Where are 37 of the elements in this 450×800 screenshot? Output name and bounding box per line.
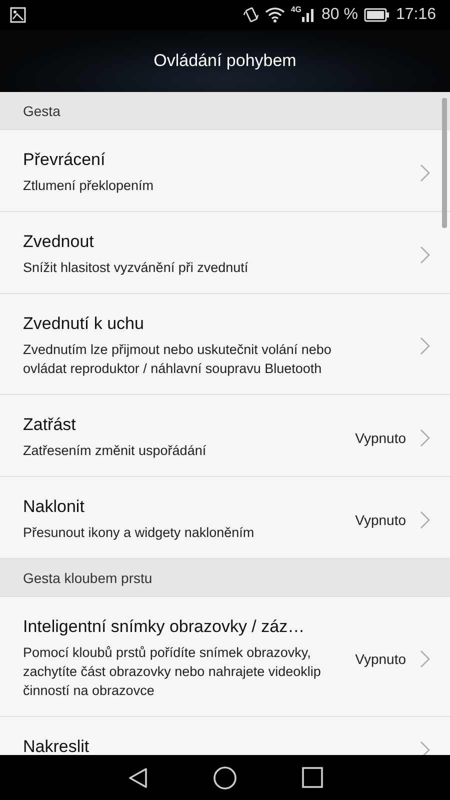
item-title: Zatřást: [23, 415, 77, 435]
item-description: Snížit hlasitost vyzvánění při zvednutí: [23, 259, 250, 277]
chevron-icon: [420, 337, 430, 355]
item-value: Vypnuto: [355, 650, 406, 666]
item-description: Zatřesením změnit uspořádání: [23, 442, 208, 460]
section-header: Gesta: [0, 92, 450, 130]
chevron-icon: [420, 741, 430, 755]
item-value: Vypnuto: [355, 430, 406, 446]
vibrate-icon: [242, 7, 259, 23]
network-type: 4G: [290, 5, 302, 14]
item-title: Zvednout: [23, 232, 95, 252]
section-header: Gesta kloubem prstu: [0, 559, 450, 597]
item-value: Vypnuto: [355, 512, 406, 528]
item-title: Nakreslit: [23, 737, 90, 755]
item-title: Převrácení: [23, 150, 106, 170]
chevron-icon: [420, 510, 430, 528]
item-description: Zvednutím lze přijmout nebo uskutečnit volání nebo ovládat reproduktor / náhlavní soupravu Bluetooth: [23, 341, 332, 378]
item-description: Ztlumení překlopením: [23, 177, 155, 195]
clock: 17:16: [396, 6, 436, 24]
item-title: Naklonit: [23, 497, 86, 517]
battery-icon: [364, 8, 390, 22]
screen-title: Ovládání pohybem: [154, 51, 296, 71]
item-description: Přesunout ikony a widgety nakloněním: [23, 524, 256, 542]
wifi-icon: [264, 7, 285, 23]
chevron-icon: [420, 246, 430, 264]
item-description: Pomocí kloubů prstů pořídíte snímek obrazovky, zachytíte část obrazovky nebo nahrajete videoklip činností na obrazovce: [23, 644, 322, 700]
chevron-icon: [420, 164, 430, 182]
signal-icon: [301, 7, 316, 23]
chevron-icon: [420, 428, 430, 446]
back-icon[interactable]: [127, 766, 150, 788]
battery-percent: 80 %: [321, 6, 358, 24]
image-icon: [10, 7, 26, 23]
item-title: Inteligentní snímky obrazovky / záz…: [23, 617, 306, 637]
home-icon[interactable]: [213, 766, 238, 790]
chevron-icon: [420, 650, 430, 668]
recents-icon[interactable]: [302, 767, 323, 788]
item-title: Zvednutí k uchu: [23, 314, 145, 334]
